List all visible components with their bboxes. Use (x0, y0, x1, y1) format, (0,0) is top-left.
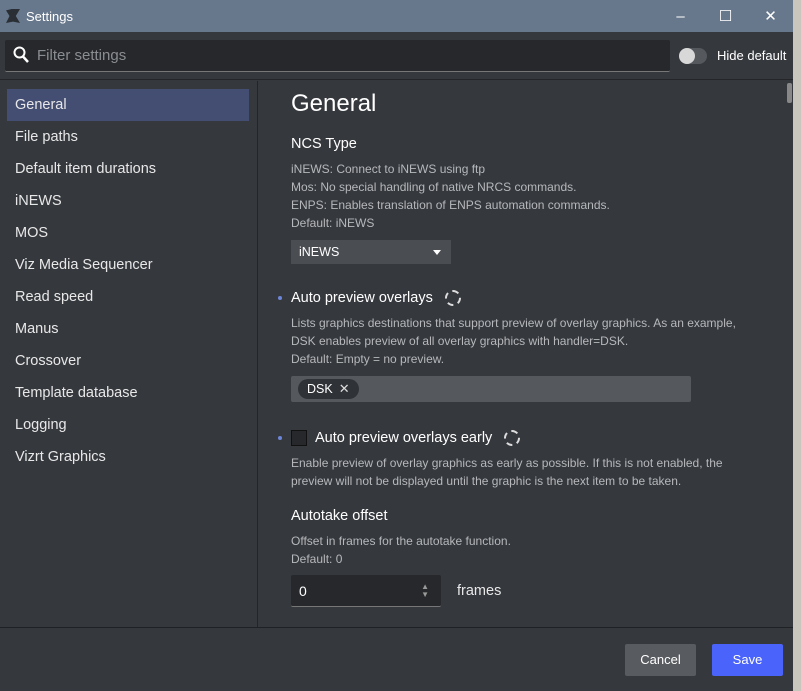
description-line: preview will not be displayed until the … (291, 474, 682, 488)
page-title: General (291, 90, 377, 117)
filter-settings-input[interactable] (37, 46, 637, 64)
spinner-arrows-icon[interactable]: ▲ ▼ (421, 582, 429, 599)
settings-content: General NCS Type iNEWS: Connect to iNEWS… (259, 81, 793, 627)
cancel-button[interactable]: Cancel (625, 643, 696, 676)
description-line: Enable preview of overlay graphics as ea… (291, 456, 723, 470)
filter-settings-field[interactable] (5, 39, 670, 72)
hide-default-toggle[interactable] (679, 47, 707, 64)
sidebar-item-viz-media-sequencer[interactable]: Viz Media Sequencer (7, 249, 249, 281)
modified-indicator (278, 296, 282, 300)
setting-title: Autotake offset (291, 508, 388, 524)
description-line: Mos: No special handling of native NRCS … (291, 180, 577, 194)
maximize-button[interactable]: ☐ (703, 0, 748, 32)
app-logo-icon (6, 9, 20, 23)
close-button[interactable]: ✕ (748, 0, 793, 32)
minimize-button[interactable]: – (658, 0, 703, 32)
autotake-offset-setting: Autotake offset Offset in frames for the… (291, 508, 793, 607)
input-value: 0 (299, 582, 307, 599)
tag-dsk: DSK ✕ (298, 379, 359, 399)
sidebar-item-inews[interactable]: iNEWS (7, 185, 249, 217)
remove-tag-icon[interactable]: ✕ (339, 381, 350, 397)
sidebar-item-template-database[interactable]: Template database (7, 377, 249, 409)
tag-input[interactable]: DSK ✕ (291, 376, 691, 402)
sidebar-item-vizrt-graphics[interactable]: Vizrt Graphics (7, 441, 249, 473)
ncs-type-setting: NCS Type iNEWS: Connect to iNEWS using f… (291, 136, 793, 264)
description-line: DSK enables preview of all overlay graph… (291, 334, 629, 348)
sidebar-item-crossover[interactable]: Crossover (7, 345, 249, 377)
reset-icon[interactable] (444, 290, 461, 306)
description-line: Offset in frames for the autotake functi… (291, 534, 511, 548)
sidebar-item-read-speed[interactable]: Read speed (7, 281, 249, 313)
tag-label: DSK (307, 382, 333, 396)
sidebar: General File paths Default item durations i… (0, 81, 258, 627)
setting-title: Auto preview overlays (291, 290, 433, 306)
dropdown-value: iNEWS (299, 245, 340, 259)
dialog-footer: Cancel Save (0, 627, 793, 691)
hide-default-label: Hide default (717, 48, 787, 63)
settings-window: Settings – ☐ ✕ Hide default GeneralFile … (0, 0, 793, 691)
ncs-type-dropdown[interactable]: iNEWS (291, 240, 451, 264)
description-line: Lists graphics destinations that support… (291, 316, 736, 330)
auto-preview-early-checkbox[interactable] (291, 430, 307, 446)
description-line: ENPS: Enables translation of ENPS automa… (291, 198, 610, 212)
auto-preview-overlays-setting: Auto preview overlays Lists graphics des… (278, 290, 793, 402)
window-title: Settings (26, 8, 73, 24)
description-line: Default: 0 (291, 552, 343, 566)
setting-title: Auto preview overlays early (315, 430, 493, 446)
sidebar-item-general[interactable]: General (7, 89, 249, 121)
save-button[interactable]: Save (712, 643, 783, 676)
auto-preview-overlays-early-setting: Auto preview overlays early Enable previ… (278, 430, 793, 490)
autotake-offset-input[interactable]: 0 ▲ ▼ (291, 575, 441, 607)
sidebar-item-default-item-durations[interactable]: Default item durations (7, 153, 249, 185)
search-icon (13, 46, 29, 63)
setting-title: NCS Type (291, 136, 357, 152)
sidebar-item-file-paths[interactable]: File paths (7, 121, 249, 153)
description-line: iNEWS: Connect to iNEWS using ftp (291, 162, 486, 176)
scrollbar-thumb[interactable] (787, 83, 792, 103)
description-line: Default: Empty = no preview. (291, 352, 445, 366)
chevron-down-icon (433, 249, 441, 255)
unit-label: frames (457, 583, 502, 599)
description-line: Default: iNEWS (291, 216, 375, 230)
sidebar-item-manus[interactable]: Manus (7, 313, 249, 345)
title-bar: Settings – ☐ ✕ (0, 0, 793, 32)
reset-icon[interactable] (504, 430, 521, 446)
sidebar-item-mos[interactable]: MOS (7, 217, 249, 249)
modified-indicator (278, 436, 282, 440)
sidebar-item-logging[interactable]: Logging (7, 409, 249, 441)
